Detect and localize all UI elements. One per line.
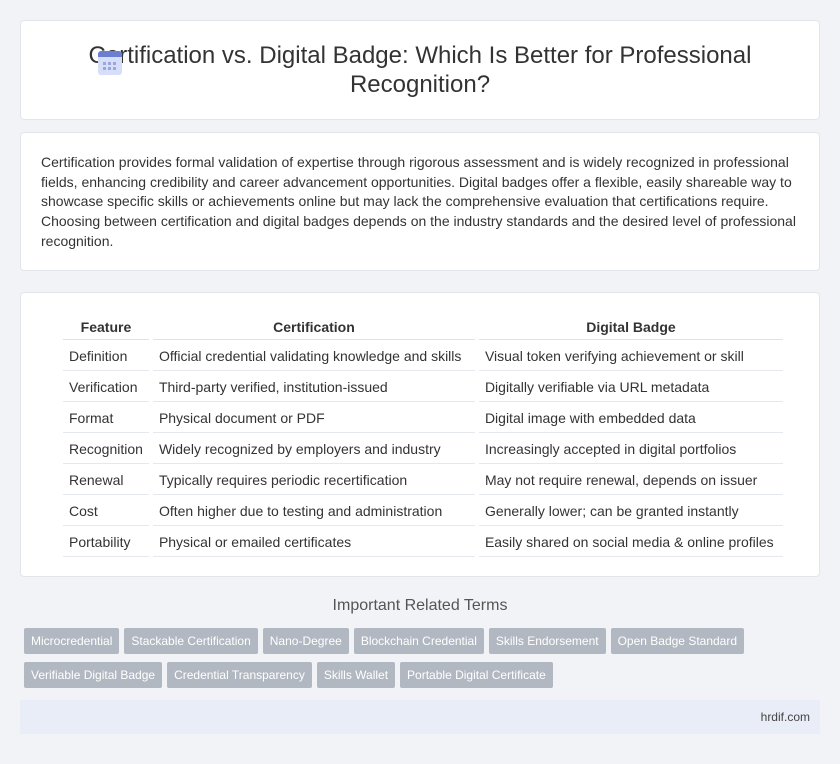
certification-cell: Physical or emailed certificates xyxy=(152,528,475,557)
comparison-table: Feature Certification Digital Badge Defi… xyxy=(59,313,787,559)
certification-cell: Often higher due to testing and administ… xyxy=(152,497,475,526)
tag-skills-wallet[interactable]: Skills Wallet xyxy=(316,662,396,688)
header-feature: Feature xyxy=(63,315,149,340)
table-row: Renewal Typically requires periodic rece… xyxy=(63,466,783,495)
digital-badge-cell: Visual token verifying achievement or sk… xyxy=(478,342,783,371)
certification-cell: Typically requires periodic recertificat… xyxy=(152,466,475,495)
table-row: Definition Official credential validatin… xyxy=(63,342,783,371)
table-row: Recognition Widely recognized by employe… xyxy=(63,435,783,464)
digital-badge-cell: Digital image with embedded data xyxy=(478,404,783,433)
title-card: Certification vs. Digital Badge: Which I… xyxy=(20,20,820,120)
intro-card: Certification provides formal validation… xyxy=(20,132,820,271)
related-terms-title: Important Related Terms xyxy=(332,597,508,614)
title-wrap: Certification vs. Digital Badge: Which I… xyxy=(70,41,770,99)
digital-badge-cell: Increasingly accepted in digital portfol… xyxy=(478,435,783,464)
comparison-card: Feature Certification Digital Badge Defi… xyxy=(20,292,820,577)
tag-credential-transparency[interactable]: Credential Transparency xyxy=(167,662,312,688)
tag-microcredential[interactable]: Microcredential xyxy=(24,628,120,654)
tag-stackable-certification[interactable]: Stackable Certification xyxy=(124,628,258,654)
digital-badge-cell: May not require renewal, depends on issu… xyxy=(478,466,783,495)
feature-cell: Recognition xyxy=(63,435,149,464)
digital-badge-cell: Generally lower; can be granted instantl… xyxy=(478,497,783,526)
certification-cell: Third-party verified, institution-issued xyxy=(152,373,475,402)
certification-cell: Widely recognized by employers and indus… xyxy=(152,435,475,464)
calendar-icon xyxy=(98,51,122,75)
feature-cell: Portability xyxy=(63,528,149,557)
tag-open-badge-standard[interactable]: Open Badge Standard xyxy=(610,628,745,654)
table-row: Cost Often higher due to testing and adm… xyxy=(63,497,783,526)
feature-cell: Renewal xyxy=(63,466,149,495)
certification-cell: Physical document or PDF xyxy=(152,404,475,433)
feature-cell: Verification xyxy=(63,373,149,402)
feature-cell: Cost xyxy=(63,497,149,526)
related-terms-tags: Microcredential Stackable Certification Na… xyxy=(24,628,824,696)
header-certification: Certification xyxy=(152,315,475,340)
table-row: Portability Physical or emailed certific… xyxy=(63,528,783,557)
table-header-row: Feature Certification Digital Badge xyxy=(63,315,783,340)
table-row: Format Physical document or PDF Digital … xyxy=(63,404,783,433)
tag-verifiable-digital-badge[interactable]: Verifiable Digital Badge xyxy=(24,662,163,688)
table-row: Verification Third-party verified, insti… xyxy=(63,373,783,402)
page-title: Certification vs. Digital Badge: Which I… xyxy=(88,42,752,98)
certification-cell: Official credential validating knowledge… xyxy=(152,342,475,371)
tag-skills-endorsement[interactable]: Skills Endorsement xyxy=(488,628,606,654)
intro-text: Certification provides formal validation… xyxy=(41,154,796,249)
header-digital-badge: Digital Badge xyxy=(478,315,783,340)
tag-nano-degree[interactable]: Nano-Degree xyxy=(262,628,349,654)
feature-cell: Definition xyxy=(63,342,149,371)
footer: hrdif.com xyxy=(20,700,820,734)
feature-cell: Format xyxy=(63,404,149,433)
digital-badge-cell: Digitally verifiable via URL metadata xyxy=(478,373,783,402)
tag-portable-digital-certificate[interactable]: Portable Digital Certificate xyxy=(400,662,553,688)
digital-badge-cell: Easily shared on social media & online p… xyxy=(478,528,783,557)
tag-blockchain-credential[interactable]: Blockchain Credential xyxy=(353,628,484,654)
footer-site-link[interactable]: hrdif.com xyxy=(761,710,810,724)
